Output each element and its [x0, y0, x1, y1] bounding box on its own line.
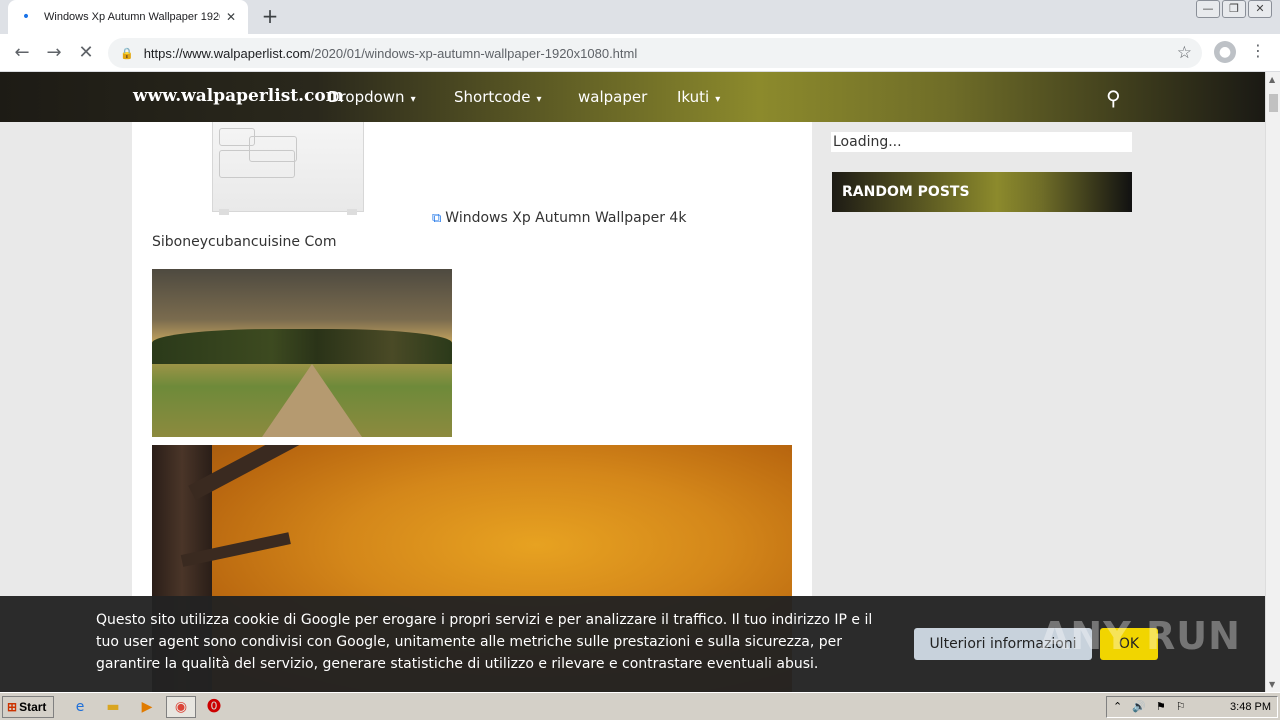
site-navbar: www.walpaperlist.com Dropdown ▾ Shortcode…: [0, 72, 1265, 122]
opera-icon[interactable]: ⓿: [204, 697, 224, 717]
back-icon[interactable]: ←: [10, 41, 34, 65]
tray-icons[interactable]: ⌃🔊⚑⚐: [1113, 697, 1196, 717]
anyrun-watermark: ANY RUN: [1040, 614, 1241, 658]
nav-dropdown-label: Dropdown: [328, 88, 405, 106]
tree-line-shape: [152, 329, 452, 364]
caption-line2: Siboneycubancuisine Com: [152, 234, 337, 250]
nav-walpaper-label: walpaper: [578, 88, 648, 106]
nav-walpaper[interactable]: walpaper: [578, 88, 647, 106]
nav-ikuti-label: Ikuti: [677, 88, 710, 106]
start-label: Start: [19, 700, 47, 714]
tab-strip: • Windows Xp Autumn Wallpaper 1920 ✕ + —…: [0, 0, 1280, 34]
loading-favicon-icon: •: [21, 9, 31, 25]
url-path: /2020/01/windows-xp-autumn-wallpaper-192…: [310, 45, 638, 61]
road-shape: [262, 364, 362, 437]
tab-title: Windows Xp Autumn Wallpaper 1920: [44, 11, 220, 23]
search-icon[interactable]: ⚲: [1106, 86, 1121, 110]
nav-dropdown[interactable]: Dropdown ▾: [328, 88, 416, 106]
lock-icon[interactable]: 🔒: [120, 47, 134, 60]
scroll-thumb[interactable]: [1269, 94, 1278, 112]
stop-loading-icon[interactable]: ✕: [74, 41, 98, 65]
media-player-icon[interactable]: ▶: [137, 697, 157, 717]
browser-tab[interactable]: • Windows Xp Autumn Wallpaper 1920 ✕: [8, 0, 248, 34]
country-road-image[interactable]: [152, 269, 452, 437]
leg-shape: [347, 209, 357, 215]
forward-icon[interactable]: →: [42, 41, 66, 65]
folder-icon[interactable]: ▬: [103, 697, 123, 717]
caret-down-icon: ▾: [410, 94, 416, 105]
site-brand-link[interactable]: www.walpaperlist.com: [133, 86, 344, 106]
start-button[interactable]: ⊞ Start: [2, 696, 54, 718]
bookmark-star-icon[interactable]: ☆: [1177, 43, 1192, 63]
restore-button[interactable]: ❐: [1222, 0, 1246, 18]
minimize-button[interactable]: —: [1196, 0, 1220, 18]
caption-link[interactable]: ⧉ Windows Xp Autumn Wallpaper 4k: [432, 206, 686, 231]
nav-shortcode[interactable]: Shortcode ▾: [454, 88, 541, 106]
page-scrollbar[interactable]: ▲ ▼: [1265, 72, 1280, 692]
browser-toolbar: ← → ✕ 🔒 https://www.walpaperlist.com/202…: [0, 34, 1280, 72]
caret-down-icon: ▾: [715, 94, 721, 105]
caption-link-text: Windows Xp Autumn Wallpaper 4k: [445, 210, 687, 226]
nav-shortcode-label: Shortcode: [454, 88, 531, 106]
close-window-button[interactable]: ✕: [1248, 0, 1272, 18]
caret-down-icon: ▾: [536, 94, 542, 105]
leg-shape: [219, 209, 229, 215]
cookie-message: Questo sito utilizza cookie di Google pe…: [96, 612, 873, 672]
scroll-down-icon[interactable]: ▼: [1269, 680, 1275, 689]
scroll-up-icon[interactable]: ▲: [1269, 75, 1275, 84]
ie-icon[interactable]: e: [70, 697, 90, 717]
external-link-icon: ⧉: [432, 211, 442, 226]
profile-avatar-icon[interactable]: ●: [1214, 41, 1236, 63]
random-posts-heading: RANDOM POSTS: [832, 172, 1132, 212]
window-controls: — ❐ ✕: [1196, 0, 1272, 18]
tab-close-icon[interactable]: ✕: [226, 10, 236, 24]
chrome-icon: ◉: [174, 699, 188, 715]
drawer-shape: [219, 150, 295, 178]
system-tray: ⌃🔊⚑⚐ 3:48 PM: [1106, 696, 1278, 718]
address-bar[interactable]: 🔒 https://www.walpaperlist.com/2020/01/w…: [108, 38, 1202, 68]
dresser-image: [212, 122, 364, 215]
sidebar-loading-text: Loading...: [831, 132, 1132, 152]
clock[interactable]: 3:48 PM: [1230, 697, 1271, 717]
taskbar: ⊞ Start e ▬ ▶ ◉ ⓿ ⌃🔊⚑⚐ 3:48 PM: [0, 692, 1280, 720]
url-text: https://www.walpaperlist.com/2020/01/win…: [144, 46, 638, 61]
browser-menu-icon[interactable]: ⋮: [1250, 41, 1266, 60]
url-host: https://www.walpaperlist.com: [143, 45, 311, 61]
windows-logo-icon: ⊞: [7, 700, 18, 714]
new-tab-button[interactable]: +: [258, 4, 282, 28]
nav-ikuti[interactable]: Ikuti ▾: [677, 88, 720, 106]
chrome-taskbar-button[interactable]: ◉: [166, 696, 196, 718]
